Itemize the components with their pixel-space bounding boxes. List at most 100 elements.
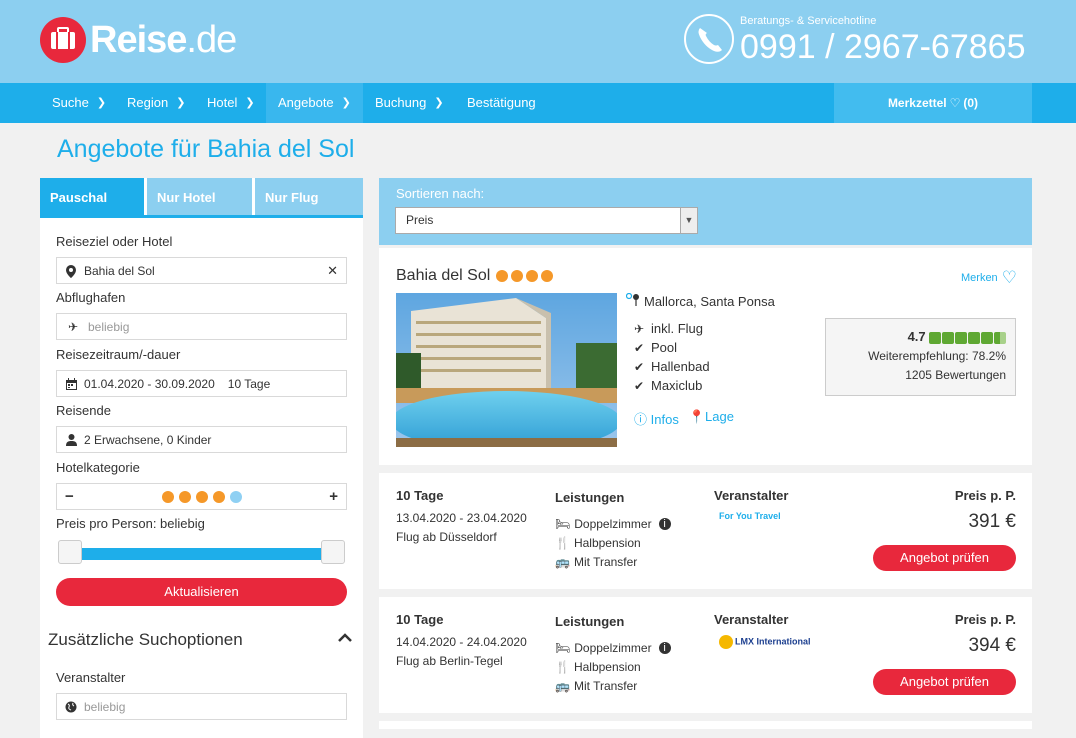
hotel-location-text: Mallorca, Santa Ponsa <box>644 293 775 309</box>
nav-item-bestaetigung[interactable]: Bestätigung <box>455 83 548 123</box>
nav-label: Angebote <box>278 95 334 110</box>
veranstalter-title: Veranstalter <box>714 612 789 627</box>
clear-icon[interactable]: ✕ <box>327 263 338 279</box>
operator-name: For You Travel <box>719 511 781 521</box>
chevron-up-icon[interactable] <box>338 630 352 648</box>
check-offer-button[interactable]: Angebot prüfen <box>873 545 1016 571</box>
star-icon <box>195 490 208 503</box>
suitcase-icon <box>40 17 86 63</box>
tab-nur-hotel[interactable]: Nur Hotel <box>147 178 252 218</box>
bus-icon: 🚌 <box>555 679 570 693</box>
minus-button[interactable]: − <box>65 488 74 505</box>
nav-bar: Suche ❯ Region ❯ Hotel ❯ Angebote ❯ Buchung ❯… <box>40 83 1032 123</box>
info-icon[interactable]: i <box>658 642 671 654</box>
transfer-label: Mit Transfer <box>573 679 638 693</box>
tab-nur-flug[interactable]: Nur Flug <box>255 178 363 218</box>
user-icon <box>65 433 77 446</box>
star-icon <box>161 490 174 503</box>
price-slider-range <box>66 548 321 560</box>
star-icon <box>212 490 225 503</box>
period-field[interactable]: 01.04.2020 - 30.09.2020 10 Tage <box>56 370 347 397</box>
hotel-name-text: Bahia del Sol <box>396 267 491 284</box>
bed-icon: 🛏 <box>555 641 571 655</box>
hotel-name[interactable]: Bahia del Sol <box>396 267 554 285</box>
merken-button[interactable]: Merken ♡ <box>961 268 1017 288</box>
nav-item-hotel[interactable]: Hotel ❯ <box>195 83 267 123</box>
feature-label: Maxiclub <box>651 378 703 393</box>
room-label: Doppelzimmer <box>574 641 652 655</box>
review-count: 1205 Bewertungen <box>905 368 1006 382</box>
update-button[interactable]: Aktualisieren <box>56 578 347 606</box>
travelers-field[interactable]: 2 Erwachsene, 0 Kinder <box>56 426 347 453</box>
feature-label: Hallenbad <box>651 359 710 374</box>
check-icon: ✔ <box>633 359 645 374</box>
infos-link[interactable]: ⓘ Infos <box>634 409 679 428</box>
extra-options-toggle[interactable]: Zusätzliche Suchoptionen <box>48 630 243 650</box>
offer-price: 391 € <box>968 511 1016 532</box>
logo[interactable]: Reise.de <box>40 15 237 65</box>
merkzettel-count: (0) <box>963 96 979 110</box>
hotel-links: ⓘ Infos 📍Lage <box>634 409 734 428</box>
veranstalter-title: Veranstalter <box>714 488 789 503</box>
price-label: Preis p. P. <box>954 488 1016 503</box>
airport-label: Abflughafen <box>56 290 126 305</box>
cutlery-icon: 🍴 <box>555 536 570 550</box>
star-empty-icon <box>229 490 242 503</box>
operator-field[interactable]: beliebig <box>56 693 347 720</box>
chevron-right-icon: ❯ <box>341 97 351 109</box>
info-icon[interactable]: i <box>658 518 671 530</box>
lmx-logo-icon <box>719 635 733 649</box>
check-icon: ✔ <box>633 340 645 355</box>
airport-field[interactable]: ✈ beliebig <box>56 313 347 340</box>
page-title: Angebote für Bahia del Sol <box>57 135 355 163</box>
hotel-location: Mallorca, Santa Ponsa <box>625 292 775 309</box>
check-offer-button[interactable]: Angebot prüfen <box>873 669 1016 695</box>
lage-link[interactable]: 📍Lage <box>689 409 734 428</box>
offer-transfer: 🚌 Mit Transfer <box>555 555 637 569</box>
rating-score: 4.7 <box>907 329 926 344</box>
price-slider-min-handle[interactable] <box>58 540 82 564</box>
category-label: Hotelkategorie <box>56 460 140 475</box>
travelers-label: Reisende <box>56 403 111 418</box>
category-stepper[interactable]: − + <box>56 483 347 510</box>
star-icon <box>541 270 554 282</box>
operator-logo: LMX International <box>719 635 811 649</box>
nav-item-angebote[interactable]: Angebote ❯ <box>266 83 363 123</box>
nav-label: Hotel <box>207 95 238 110</box>
nav-item-buchung[interactable]: Buchung ❯ <box>363 83 456 123</box>
feature-pool: ✔ Pool <box>633 340 677 355</box>
nav-item-suche[interactable]: Suche ❯ <box>40 83 118 123</box>
hotel-photo[interactable] <box>396 293 617 447</box>
tab-underline <box>40 215 363 218</box>
rating-box[interactable]: 4.7 Weiterempfehlung: 78.2% 1205 Bewertu… <box>825 318 1016 396</box>
calendar-icon <box>65 377 77 390</box>
board-label: Halbpension <box>573 660 641 674</box>
thumbs-up-icon <box>942 331 954 344</box>
operator-label: Veranstalter <box>56 670 126 685</box>
sort-select[interactable]: Preis ▼ <box>395 207 698 234</box>
merkzettel-button[interactable]: Merkzettel ♡ (0) <box>834 83 1032 123</box>
hotline-number[interactable]: 0991 / 2967-67865 <box>740 28 1025 67</box>
duration-value: 10 Tage <box>227 376 271 391</box>
plus-button[interactable]: + <box>329 488 338 505</box>
nav-label: Region <box>127 95 169 110</box>
nav-item-region[interactable]: Region ❯ <box>115 83 197 123</box>
offer-board: 🍴 Halbpension <box>555 660 641 674</box>
room-label: Doppelzimmer <box>574 517 652 531</box>
map-pin-icon <box>625 292 640 309</box>
offer-days: 10 Tage <box>396 612 444 627</box>
sort-box: Sortieren nach: Preis ▼ <box>379 178 1032 245</box>
offer-dates: 13.04.2020 - 23.04.2020 <box>396 511 527 525</box>
logo-text: Reise.de <box>90 18 237 61</box>
thumbs-up-icon <box>929 331 941 344</box>
price-slider-max-handle[interactable] <box>321 540 345 564</box>
tab-pauschal[interactable]: Pauschal <box>40 178 144 218</box>
operator-name: LMX International <box>735 636 811 647</box>
feature-flight: ✈ inkl. Flug <box>633 321 703 336</box>
destination-field[interactable]: Bahia del Sol ✕ <box>56 257 347 284</box>
star-icon <box>511 270 524 282</box>
transfer-label: Mit Transfer <box>573 555 638 569</box>
thumbs-up-icon <box>981 331 993 344</box>
offer-room: 🛏 Doppelzimmer i <box>555 641 671 655</box>
nav-label: Bestätigung <box>467 95 536 110</box>
